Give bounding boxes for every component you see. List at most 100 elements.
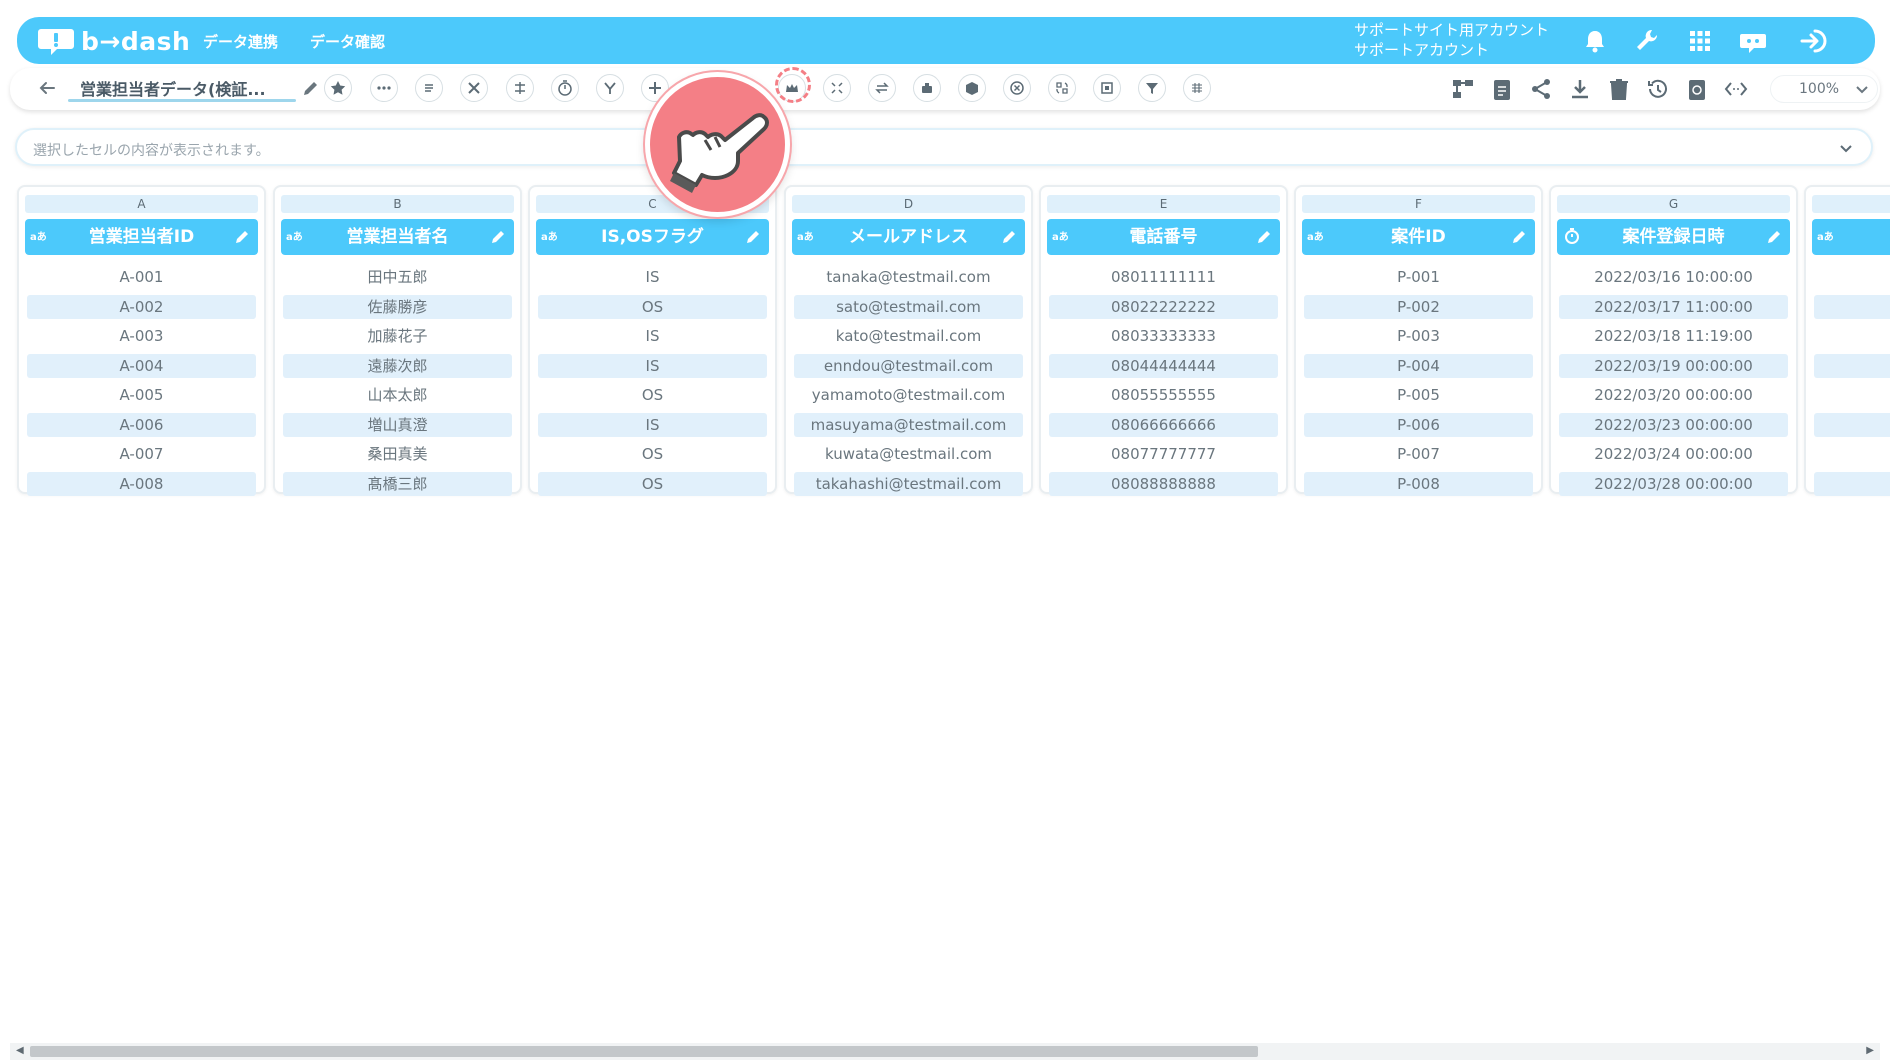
table-cell[interactable]: P-004	[1304, 353, 1533, 378]
column-header[interactable]: aあ メールアドレス	[792, 219, 1025, 255]
flow-icon[interactable]	[1450, 76, 1476, 102]
table-cell[interactable]: kato@testmail.com	[794, 324, 1023, 348]
table-cell[interactable]	[1814, 412, 1890, 437]
column-letter[interactable]: D	[792, 195, 1025, 213]
table-cell[interactable]: 08044444444	[1049, 353, 1278, 378]
table-cell[interactable]: IS	[538, 412, 767, 437]
combine-icon[interactable]	[913, 74, 941, 102]
table-cell[interactable]: 08055555555	[1049, 383, 1278, 407]
table-cell[interactable]	[1814, 471, 1890, 496]
table-cell[interactable]	[1814, 353, 1890, 378]
zoom-select[interactable]: 100%	[1770, 75, 1878, 103]
edit-column-pencil-icon[interactable]	[233, 228, 251, 246]
table-cell[interactable]: 2022/03/20 00:00:00	[1559, 383, 1788, 407]
table-cell[interactable]: IS	[538, 353, 767, 378]
column-letter[interactable]: A	[25, 195, 258, 213]
table-cell[interactable]: P-006	[1304, 412, 1533, 437]
table-cell[interactable]: sato@testmail.com	[794, 294, 1023, 319]
table-cell[interactable]: P-007	[1304, 442, 1533, 466]
table-cell[interactable]: 田中五郎	[283, 265, 512, 289]
scroll-right-icon[interactable]: ▶	[1866, 1045, 1874, 1056]
list-icon[interactable]	[415, 74, 443, 102]
history-icon[interactable]	[1645, 76, 1671, 102]
table-cell[interactable]: OS	[538, 383, 767, 407]
column-header[interactable]: aあ 電話番号	[1047, 219, 1280, 255]
table-cell[interactable]: P-002	[1304, 294, 1533, 319]
edit-column-pencil-icon[interactable]	[1255, 228, 1273, 246]
back-arrow-icon[interactable]	[36, 77, 58, 99]
table-cell[interactable]: P-008	[1304, 471, 1533, 496]
bell-icon[interactable]	[1580, 26, 1610, 56]
chat-robot-icon[interactable]	[1738, 26, 1768, 56]
table-cell[interactable]: kuwata@testmail.com	[794, 442, 1023, 466]
column-header[interactable]: aあ 営業担当者名	[281, 219, 514, 255]
table-cell[interactable]: OS	[538, 294, 767, 319]
swap-icon[interactable]	[868, 74, 896, 102]
table-cell[interactable]: 増山真澄	[283, 412, 512, 437]
column-header[interactable]: 案件登録日時	[1557, 219, 1790, 255]
table-cell[interactable]: 髙橋三郎	[283, 471, 512, 496]
table-cell[interactable]: 山本太郎	[283, 383, 512, 407]
refresh-doc-icon[interactable]	[1684, 76, 1710, 102]
table-cell[interactable]: A-004	[27, 353, 256, 378]
column-header[interactable]: aあ IS,OSフラグ	[536, 219, 769, 255]
table-cell[interactable]: 2022/03/28 00:00:00	[1559, 471, 1788, 496]
table-cell[interactable]: A-006	[27, 412, 256, 437]
table-cell[interactable]: 08077777777	[1049, 442, 1278, 466]
trash-icon[interactable]	[1606, 76, 1632, 102]
timer-icon[interactable]	[551, 74, 579, 102]
table-cell[interactable]: 2022/03/23 00:00:00	[1559, 412, 1788, 437]
dataset-title[interactable]: 営業担当者データ(検証...	[80, 76, 266, 100]
table-cell[interactable]: OS	[538, 442, 767, 466]
table-cell[interactable]: takahashi@testmail.com	[794, 471, 1023, 496]
share-icon[interactable]	[1528, 76, 1554, 102]
expand-icon[interactable]	[823, 74, 851, 102]
table-cell[interactable]: OS	[538, 471, 767, 496]
logo[interactable]: b→dash	[37, 23, 190, 59]
merge-icon[interactable]	[506, 74, 534, 102]
table-cell[interactable]: 08022222222	[1049, 294, 1278, 319]
table-cell[interactable]: 桑田真美	[283, 442, 512, 466]
cancel-icon[interactable]	[1003, 74, 1031, 102]
table-cell[interactable]: P-001	[1304, 265, 1533, 289]
star-icon[interactable]	[324, 74, 352, 102]
table-cell[interactable]: A-005	[27, 383, 256, 407]
table-cell[interactable]: masuyama@testmail.com	[794, 412, 1023, 437]
tools-icon[interactable]	[460, 74, 488, 102]
wrench-icon[interactable]	[1632, 26, 1662, 56]
table-cell[interactable]	[1814, 294, 1890, 319]
table-cell[interactable]: 佐藤勝彦	[283, 294, 512, 319]
table-cell[interactable]	[1814, 442, 1890, 466]
nav-data-integration[interactable]: データ連携	[203, 31, 278, 52]
table-cell[interactable]: A-001	[27, 265, 256, 289]
column-header[interactable]: aあ 案件ID	[1302, 219, 1535, 255]
nav-data-check[interactable]: データ確認	[310, 31, 385, 52]
table-cell[interactable]: 2022/03/17 11:00:00	[1559, 294, 1788, 319]
column-header[interactable]: aあ 営業担当者ID	[25, 219, 258, 255]
column-letter[interactable]	[1812, 195, 1890, 213]
table-cell[interactable]	[1814, 265, 1890, 289]
table-cell[interactable]: 08011111111	[1049, 265, 1278, 289]
filter-icon[interactable]	[1138, 74, 1166, 102]
table-cell[interactable]: 2022/03/19 00:00:00	[1559, 353, 1788, 378]
edit-column-pencil-icon[interactable]	[1510, 228, 1528, 246]
table-cell[interactable]: A-007	[27, 442, 256, 466]
table-cell[interactable]: P-003	[1304, 324, 1533, 348]
table-cell[interactable]: 2022/03/24 00:00:00	[1559, 442, 1788, 466]
edit-title-pencil-icon[interactable]	[301, 78, 321, 98]
table-cell[interactable]: P-005	[1304, 383, 1533, 407]
edit-column-pencil-icon[interactable]	[744, 228, 762, 246]
table-cell[interactable]: 08033333333	[1049, 324, 1278, 348]
edit-column-pencil-icon[interactable]	[1000, 228, 1018, 246]
replace-icon[interactable]	[1048, 74, 1076, 102]
column-header[interactable]: aあ	[1812, 219, 1890, 255]
code-icon[interactable]	[1723, 76, 1749, 102]
table-cell[interactable]: 08088888888	[1049, 471, 1278, 496]
more-icon[interactable]	[370, 74, 398, 102]
logout-icon[interactable]	[1798, 26, 1828, 56]
column-letter[interactable]: E	[1047, 195, 1280, 213]
table-cell[interactable]: IS	[538, 265, 767, 289]
table-cell[interactable]: A-003	[27, 324, 256, 348]
edit-column-pencil-icon[interactable]	[1765, 228, 1783, 246]
calendar-icon[interactable]	[1183, 74, 1211, 102]
